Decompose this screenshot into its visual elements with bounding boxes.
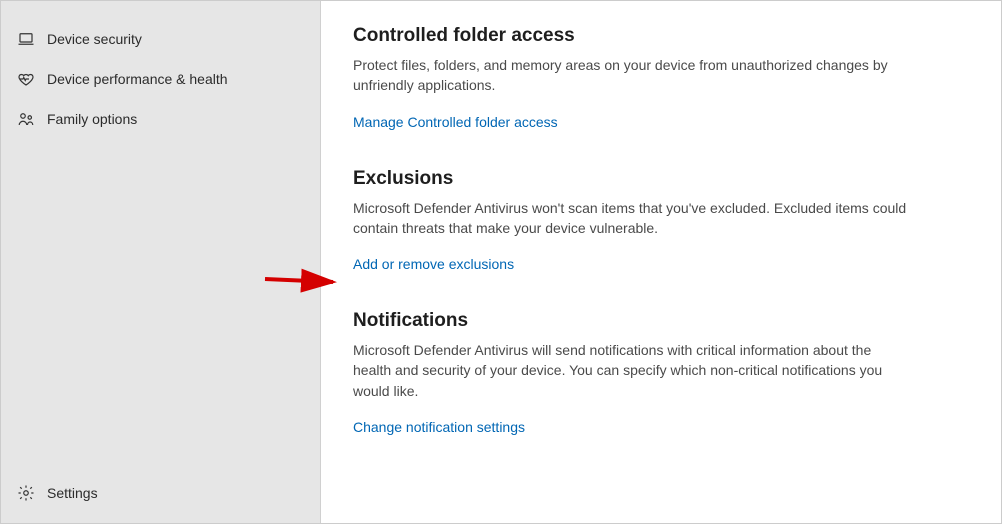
sidebar-item-label: Settings <box>47 485 98 501</box>
section-desc: Protect files, folders, and memory areas… <box>353 55 913 96</box>
sidebar-item-label: Family options <box>47 111 137 127</box>
link-change-notification-settings[interactable]: Change notification settings <box>353 419 525 435</box>
section-title: Controlled folder access <box>353 25 913 47</box>
section-desc: Microsoft Defender Antivirus won't scan … <box>353 198 913 239</box>
sidebar-item-device-performance[interactable]: Device performance & health <box>1 59 320 99</box>
section-controlled-folder: Controlled folder access Protect files, … <box>353 25 913 130</box>
gear-icon <box>15 484 37 502</box>
family-icon <box>15 110 37 128</box>
sidebar-item-settings[interactable]: Settings <box>1 473 320 513</box>
link-add-remove-exclusions[interactable]: Add or remove exclusions <box>353 256 514 272</box>
sidebar-item-label: Device security <box>47 31 142 47</box>
section-notifications: Notifications Microsoft Defender Antivir… <box>353 310 913 435</box>
sidebar-footer: Settings <box>1 473 320 523</box>
sidebar-item-label: Device performance & health <box>47 71 228 87</box>
main-content: Controlled folder access Protect files, … <box>321 1 1001 523</box>
heart-icon <box>15 70 37 88</box>
sidebar: Device security Device performance & hea… <box>1 1 321 523</box>
link-manage-controlled-folder[interactable]: Manage Controlled folder access <box>353 114 558 130</box>
laptop-icon <box>15 30 37 48</box>
section-desc: Microsoft Defender Antivirus will send n… <box>353 340 913 401</box>
sidebar-item-family-options[interactable]: Family options <box>1 99 320 139</box>
section-title: Notifications <box>353 310 913 332</box>
sidebar-item-device-security[interactable]: Device security <box>1 19 320 59</box>
sidebar-top: Device security Device performance & hea… <box>1 1 320 473</box>
section-exclusions: Exclusions Microsoft Defender Antivirus … <box>353 168 913 273</box>
section-title: Exclusions <box>353 168 913 190</box>
